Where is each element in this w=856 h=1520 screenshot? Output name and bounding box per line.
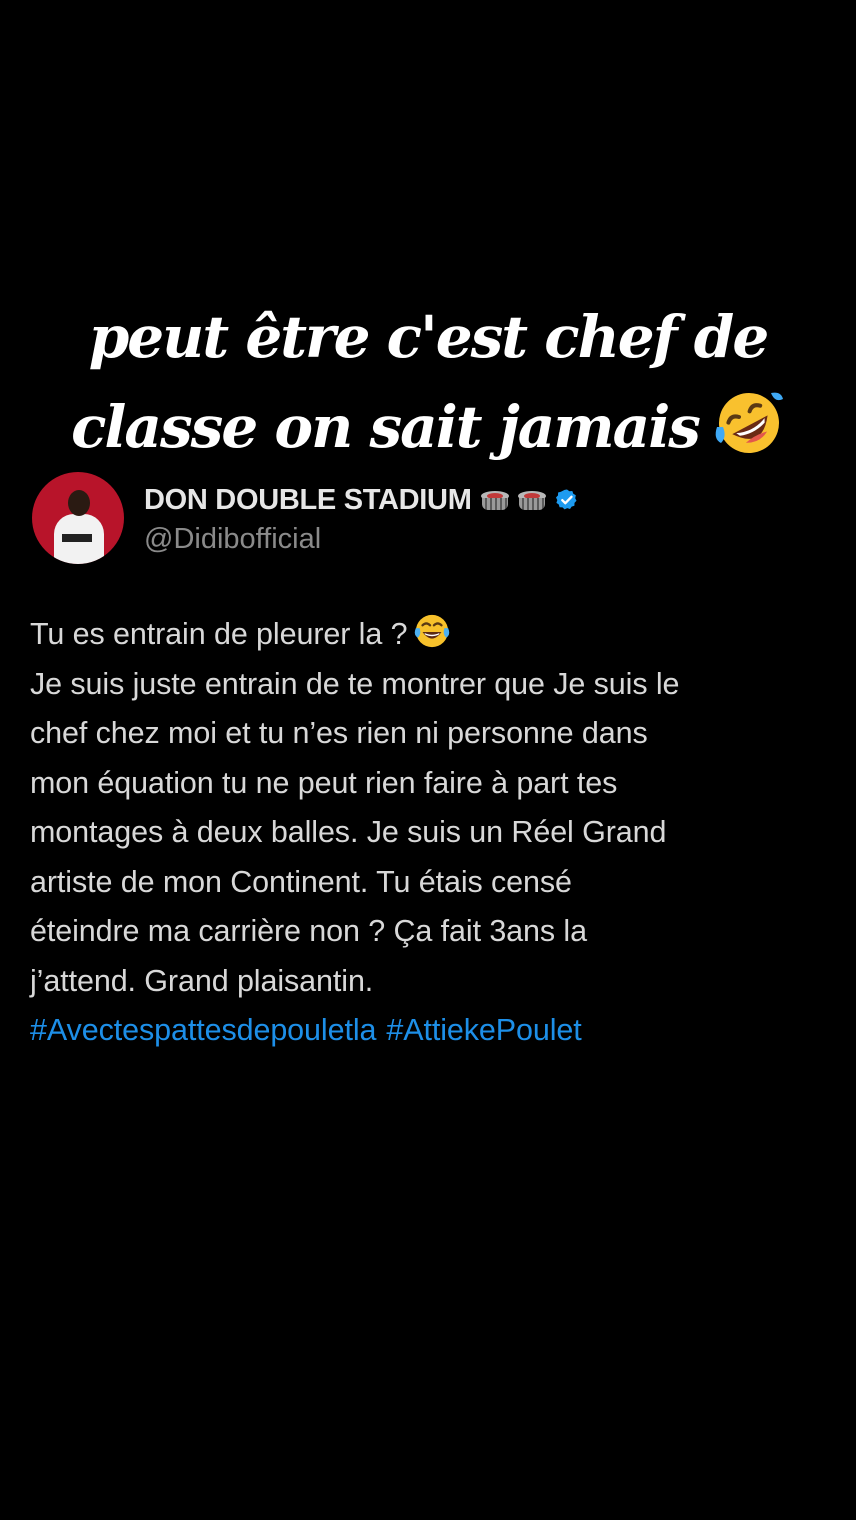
stadium-icon [517,489,546,511]
hashtag-link[interactable]: #Avectespattesdepouletla [30,1013,376,1047]
display-name[interactable]: DON DOUBLE STADIUM [144,484,472,517]
display-name-row: DON DOUBLE STADIUM [144,480,579,520]
tweet-line: Je suis juste entrain de te montrer que … [30,666,680,701]
tweet-screenshot: DON DOUBLE STADIUM @Didibofficial Tu es … [0,456,856,1520]
tweet-line: chef chez moi et tu n’es rien ni personn… [30,716,648,750]
rolling-on-floor-laughing-icon [715,392,783,453]
caption-line-2: classe on sait jamais [0,382,856,472]
tears-of-joy-icon [415,614,450,648]
tweet-line: mon équation tu ne peut rien faire à par… [30,765,618,800]
handle[interactable]: @Didibofficial [144,522,579,556]
video-frame: DON DOUBLE STADIUM @Didibofficial Tu es … [0,0,856,1520]
tweet-header: DON DOUBLE STADIUM @Didibofficial [32,472,579,564]
caption-line: peut être c'est chef de [88,303,770,371]
tweet-line: j’attend. Grand plaisantin. [30,963,374,998]
tweet-body: Tu es entrain de pleurer la ? Je suis ju… [30,610,830,1056]
video-caption: peut être c'est chef de classe on sait j… [0,292,856,472]
verified-icon [555,489,577,510]
tweet-line: Tu es entrain de pleurer la ? [30,610,830,660]
hashtag-link[interactable]: #AttiekePoulet [386,1013,581,1047]
avatar[interactable] [32,472,124,564]
stadium-icon [480,489,509,511]
tweet-line: éteindre ma carrière non ? Ça fait 3ans … [30,914,587,948]
author-info: DON DOUBLE STADIUM @Didibofficial [144,480,579,556]
tweet-line: montages à deux balles. Je suis un Réel … [30,815,667,849]
tweet-line: artiste de mon Continent. Tu étais censé [30,864,572,899]
hashtag-row: #Avectespattesdepouletla #AttiekePoulet [30,1006,830,1056]
